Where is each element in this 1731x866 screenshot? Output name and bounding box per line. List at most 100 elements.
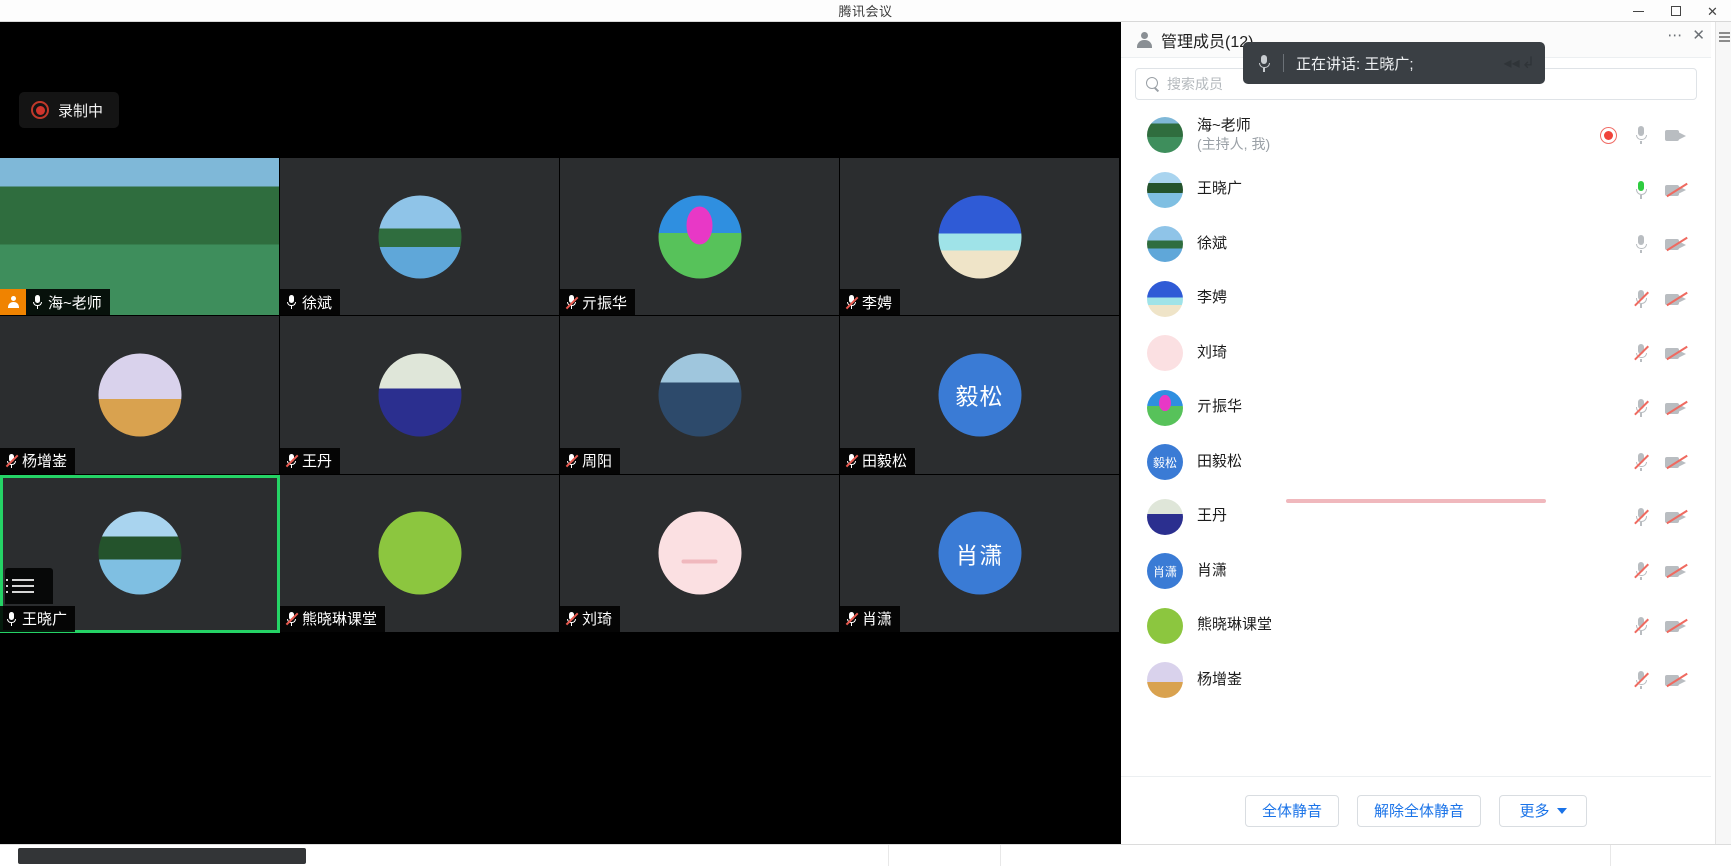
microphone-muted-icon: [565, 611, 578, 627]
participant-row[interactable]: 王丹: [1121, 490, 1711, 545]
video-tile[interactable]: 王丹: [280, 316, 560, 474]
participant-row[interactable]: 毅松田毅松: [1121, 435, 1711, 490]
camera-off-icon[interactable]: [1665, 182, 1687, 198]
panel-float-controls: ⋯ ✕: [1667, 26, 1705, 44]
participant-controls: [1633, 289, 1687, 309]
right-rail: [1715, 22, 1731, 844]
record-dot-icon: [31, 101, 49, 119]
microphone-muted-icon[interactable]: [1633, 507, 1649, 527]
tile-more-menu-icon[interactable]: [5, 568, 53, 604]
video-tile[interactable]: 亓振华: [560, 158, 840, 316]
tooltip-divider: [1283, 54, 1284, 72]
video-grid: 海~老师徐斌亓振华李娉杨增崟王丹周阳毅松田毅松王晓广熊晓琳课堂刘琦肖潇肖潇: [0, 158, 1120, 633]
microphone-muted-icon[interactable]: [1633, 343, 1649, 363]
participant-row[interactable]: 刘琦: [1121, 326, 1711, 381]
video-tile[interactable]: 海~老师: [0, 158, 280, 316]
participant-controls: [1633, 180, 1687, 200]
camera-off-icon[interactable]: [1665, 563, 1687, 579]
close-icon[interactable]: ✕: [1692, 26, 1705, 44]
camera-off-icon[interactable]: [1665, 345, 1687, 361]
close-button[interactable]: ✕: [1694, 0, 1731, 22]
participant-row[interactable]: 亓振华: [1121, 381, 1711, 436]
avatar: [1147, 608, 1183, 644]
more-horizontal-icon[interactable]: ⋯: [1667, 26, 1682, 44]
unmute-all-label: 解除全体静音: [1374, 800, 1464, 821]
window-title-bar: 腾讯会议 ✕: [0, 0, 1731, 22]
microphone-icon[interactable]: [1633, 234, 1649, 254]
camera-off-icon[interactable]: [1665, 454, 1687, 470]
participant-name: 肖潇: [1197, 562, 1227, 581]
video-tile[interactable]: 毅松田毅松: [840, 316, 1120, 474]
mute-all-button[interactable]: 全体静音: [1245, 795, 1339, 827]
avatar: [938, 195, 1021, 278]
avatar: [1147, 335, 1183, 371]
camera-icon[interactable]: [1665, 127, 1687, 143]
video-tile[interactable]: 王晓广: [0, 475, 280, 633]
participant-row[interactable]: 熊晓琳课堂: [1121, 599, 1711, 654]
microphone-muted-icon[interactable]: [1633, 289, 1649, 309]
participant-name-block: 杨增崟: [1197, 671, 1242, 690]
participant-row[interactable]: 海~老师(主持人, 我): [1121, 108, 1711, 163]
participant-name: 李娉: [1197, 289, 1227, 308]
participants-panel-title: 管理成员(12): [1161, 28, 1253, 52]
camera-off-icon[interactable]: [1665, 618, 1687, 634]
microphone-muted-icon[interactable]: [1633, 398, 1649, 418]
avatar: 肖潇: [938, 512, 1021, 595]
unmute-all-button[interactable]: 解除全体静音: [1357, 795, 1481, 827]
microphone-muted-icon: [845, 294, 858, 310]
microphone-muted-icon: [285, 611, 298, 627]
camera-off-icon[interactable]: [1665, 672, 1687, 688]
participant-row[interactable]: 李娉: [1121, 272, 1711, 327]
minimize-button[interactable]: [1620, 0, 1657, 22]
participant-row[interactable]: 王晓广: [1121, 163, 1711, 218]
microphone-active-icon[interactable]: [1633, 180, 1649, 200]
avatar: [378, 195, 461, 278]
tile-name-label: 亓振华: [560, 289, 635, 315]
microphone-icon: [31, 294, 44, 310]
avatar: [98, 512, 181, 595]
camera-off-icon[interactable]: [1665, 400, 1687, 416]
microphone-icon[interactable]: [1633, 125, 1649, 145]
participant-controls: [1633, 561, 1687, 581]
camera-off-icon[interactable]: [1665, 291, 1687, 307]
tile-name-label: 王晓广: [0, 606, 75, 632]
participant-name-block: 亓振华: [1197, 398, 1242, 417]
camera-off-icon[interactable]: [1665, 236, 1687, 252]
participant-name-block: 熊晓琳课堂: [1197, 616, 1272, 635]
video-tile[interactable]: 肖潇肖潇: [840, 475, 1120, 633]
participant-name-block: 刘琦: [1197, 344, 1227, 363]
more-button[interactable]: 更多: [1499, 795, 1587, 827]
participant-name: 刘琦: [582, 608, 612, 629]
recording-indicator-icon: [1600, 127, 1617, 144]
participant-row[interactable]: 肖潇肖潇: [1121, 544, 1711, 599]
video-tile[interactable]: 徐斌: [280, 158, 560, 316]
participant-row[interactable]: 徐斌: [1121, 217, 1711, 272]
video-tile[interactable]: 刘琦: [560, 475, 840, 633]
microphone-muted-icon[interactable]: [1633, 670, 1649, 690]
participant-name: 肖潇: [862, 608, 892, 629]
microphone-muted-icon[interactable]: [1633, 452, 1649, 472]
microphone-icon: [1257, 54, 1271, 72]
maximize-button[interactable]: [1657, 0, 1694, 22]
participant-row[interactable]: 杨增崟: [1121, 653, 1711, 708]
camera-off-icon[interactable]: [1665, 509, 1687, 525]
microphone-muted-icon[interactable]: [1633, 616, 1649, 636]
tile-name-label: 王丹: [280, 448, 340, 474]
tile-name-label: 熊晓琳课堂: [280, 606, 385, 632]
video-tile[interactable]: 熊晓琳课堂: [280, 475, 560, 633]
tile-name-label: 刘琦: [560, 606, 620, 632]
participant-name: 周阳: [582, 450, 612, 471]
menu-icon[interactable]: [1719, 32, 1730, 42]
person-icon: [1135, 31, 1153, 49]
avatar: [658, 195, 741, 278]
participants-list[interactable]: 海~老师(主持人, 我)王晓广徐斌李娉刘琦亓振华毅松田毅松王丹肖潇肖潇熊晓琳课堂…: [1121, 108, 1711, 776]
participant-name: 熊晓琳课堂: [302, 608, 377, 629]
video-tile[interactable]: 李娉: [840, 158, 1120, 316]
participant-name: 海~老师: [1197, 117, 1270, 136]
avatar: [378, 512, 461, 595]
video-tile[interactable]: 杨增崟: [0, 316, 280, 474]
video-tile[interactable]: 周阳: [560, 316, 840, 474]
participant-controls: [1633, 398, 1687, 418]
microphone-muted-icon[interactable]: [1633, 561, 1649, 581]
taskbar-active-window[interactable]: [18, 848, 306, 864]
